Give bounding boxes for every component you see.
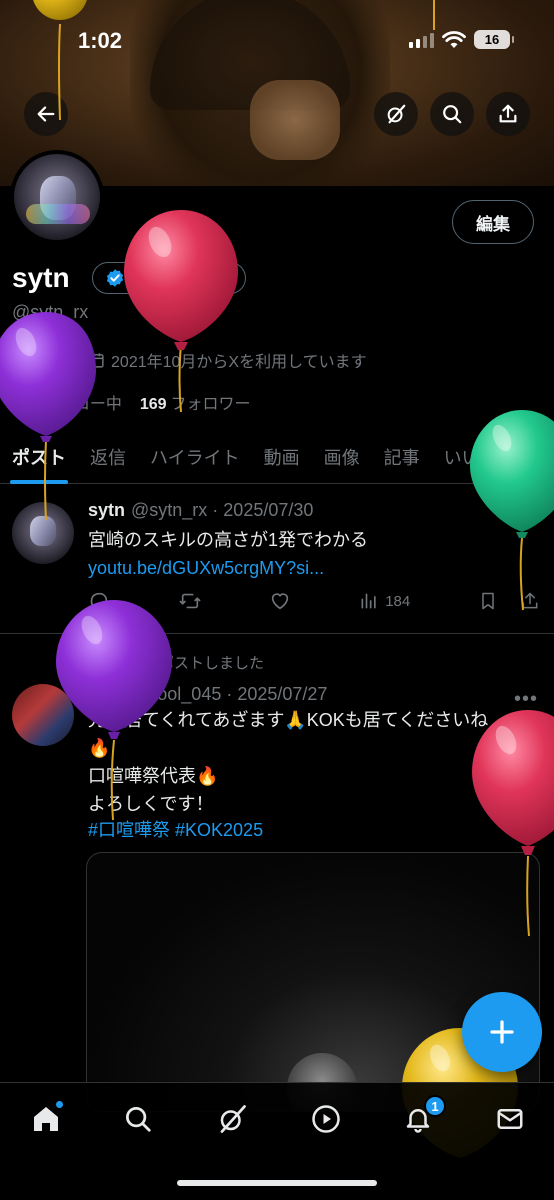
plus-icon — [490, 1020, 514, 1044]
post-text-line: 口喧嘩祭代表🔥 — [88, 766, 219, 786]
location-icon — [14, 353, 26, 368]
post-text-line: 兄貴居てくれてあざます🙏KOKも居てくださいね — [88, 710, 489, 730]
profile-handle: @sytn_rx — [12, 302, 89, 322]
status-time: 1:02 — [78, 28, 123, 53]
battery-indicator: 16 — [474, 30, 514, 49]
mail-icon — [497, 1109, 523, 1129]
profile-joined: 2021年10月からXを利用しています — [88, 348, 367, 372]
edit-profile-button[interactable]: 編集 — [452, 200, 534, 244]
post-text: 宮崎のスキルの高さが1発でわかる — [88, 530, 369, 550]
nav-grok[interactable] — [212, 1099, 252, 1139]
tab-likes[interactable]: いいね — [432, 430, 510, 484]
post-link[interactable]: youtu.be/dGUXw5crgMY?si... — [88, 554, 324, 582]
post-header: sytn @sytn_rx · 2025/07/30 — [88, 500, 313, 521]
views-button[interactable]: 184 — [359, 591, 410, 611]
post-handle-date: @cool_045 · 2025/07/27 — [130, 684, 328, 704]
followers-link[interactable]: 169 フォロワー — [140, 390, 251, 414]
back-arrow-icon — [37, 106, 55, 122]
post-text-line: 🔥 — [88, 738, 111, 758]
grok-icon — [387, 104, 406, 124]
post-header: 句潤 @cool_045 · 2025/07/27 — [88, 680, 327, 706]
tab-replies[interactable]: 返信 — [78, 430, 138, 484]
search-icon — [443, 105, 462, 124]
profile-meta: 日本 2021年10月からXを利用しています — [12, 348, 367, 372]
tab-articles[interactable]: 記事 — [372, 430, 432, 484]
get-verified-label: 認証を受ける — [133, 272, 230, 289]
location-label: 日本 — [34, 354, 67, 371]
post-text-line: よろしくです！ — [88, 794, 214, 814]
nav-notifications[interactable]: 1 — [398, 1095, 446, 1139]
following-link[interactable]: 311 フォロー中 — [12, 390, 122, 414]
followers-count: 169 — [139, 396, 167, 413]
following-label: フォロー中 — [41, 396, 122, 413]
post-handle-date: @sytn_rx · 2025/07/30 — [131, 500, 314, 520]
repost-note-label: あなたがリポストしました — [84, 655, 265, 672]
post-hashtags[interactable]: #口喧嘩祭 #KOK2025 — [88, 816, 263, 844]
profile-display-name: sytn — [12, 262, 70, 293]
search-icon — [126, 1107, 151, 1132]
followers-label: フォロワー — [170, 396, 251, 413]
profile-location: 日本 — [12, 348, 66, 372]
post-avatar[interactable] — [12, 684, 74, 746]
bookmark-icon[interactable] — [478, 590, 498, 612]
signal-icon — [409, 32, 434, 48]
like-button[interactable] — [269, 590, 291, 612]
share-icon[interactable] — [520, 590, 540, 612]
views-count: 184 — [385, 592, 411, 610]
share-button[interactable] — [486, 92, 530, 136]
follow-stats: 311 フォロー中 169 フォロワー — [12, 390, 251, 414]
tab-highlights[interactable]: ハイライト — [138, 430, 252, 484]
reply-icon — [90, 592, 108, 611]
repost-note: あなたがリポストしました — [56, 652, 264, 673]
verified-badge-icon — [106, 269, 124, 287]
banner-mask — [250, 80, 340, 160]
joined-label: 2021年10月からXを利用しています — [111, 354, 367, 371]
search-button[interactable] — [430, 92, 474, 136]
more-options-button[interactable]: ••• — [514, 688, 538, 711]
back-button[interactable] — [24, 92, 68, 136]
nav-search[interactable] — [118, 1099, 158, 1139]
get-verified-button[interactable]: 認証を受ける — [92, 262, 247, 294]
following-count: 311 — [12, 396, 38, 413]
nav-messages[interactable] — [490, 1099, 530, 1139]
like-icon — [272, 593, 289, 610]
share-icon — [499, 104, 517, 123]
compose-post-button[interactable] — [462, 992, 542, 1072]
notifications-badge: 1 — [424, 1095, 446, 1117]
post-author[interactable]: sytn — [88, 500, 125, 520]
nav-video[interactable] — [306, 1099, 346, 1139]
post-author[interactable]: 句潤 — [88, 684, 124, 704]
wifi-icon — [442, 30, 466, 48]
tab-videos[interactable]: 動画 — [252, 430, 312, 484]
grok-icon — [220, 1105, 246, 1133]
avatar-rainbow — [26, 204, 90, 224]
nav-home[interactable] — [26, 1099, 66, 1139]
reply-button[interactable] — [88, 590, 110, 612]
tab-images[interactable]: 画像 — [312, 430, 372, 484]
views-icon — [361, 593, 376, 609]
post-actions: 184 — [88, 590, 540, 612]
post-avatar[interactable] — [12, 502, 74, 564]
post-end-actions — [478, 590, 540, 612]
profile-avatar[interactable] — [10, 150, 104, 244]
repost-icon — [179, 593, 201, 609]
calendar-icon — [89, 352, 104, 368]
balloon-red — [124, 210, 238, 413]
grok-button[interactable] — [374, 92, 418, 136]
post-item[interactable]: sytn @sytn_rx · 2025/07/30 宮崎のスキルの高さが1発でわ… — [0, 486, 554, 634]
repost-button[interactable] — [178, 590, 202, 612]
repost-icon — [57, 656, 75, 669]
home-new-dot — [55, 1100, 64, 1109]
status-icons: 16 — [409, 30, 514, 49]
profile-tabs: ポスト 返信 ハイライト 動画 画像 記事 いいね — [0, 430, 554, 484]
post-media[interactable] — [86, 852, 540, 1112]
tab-posts[interactable]: ポスト — [0, 430, 78, 484]
play-icon — [312, 1105, 340, 1133]
home-indicator — [177, 1180, 377, 1186]
